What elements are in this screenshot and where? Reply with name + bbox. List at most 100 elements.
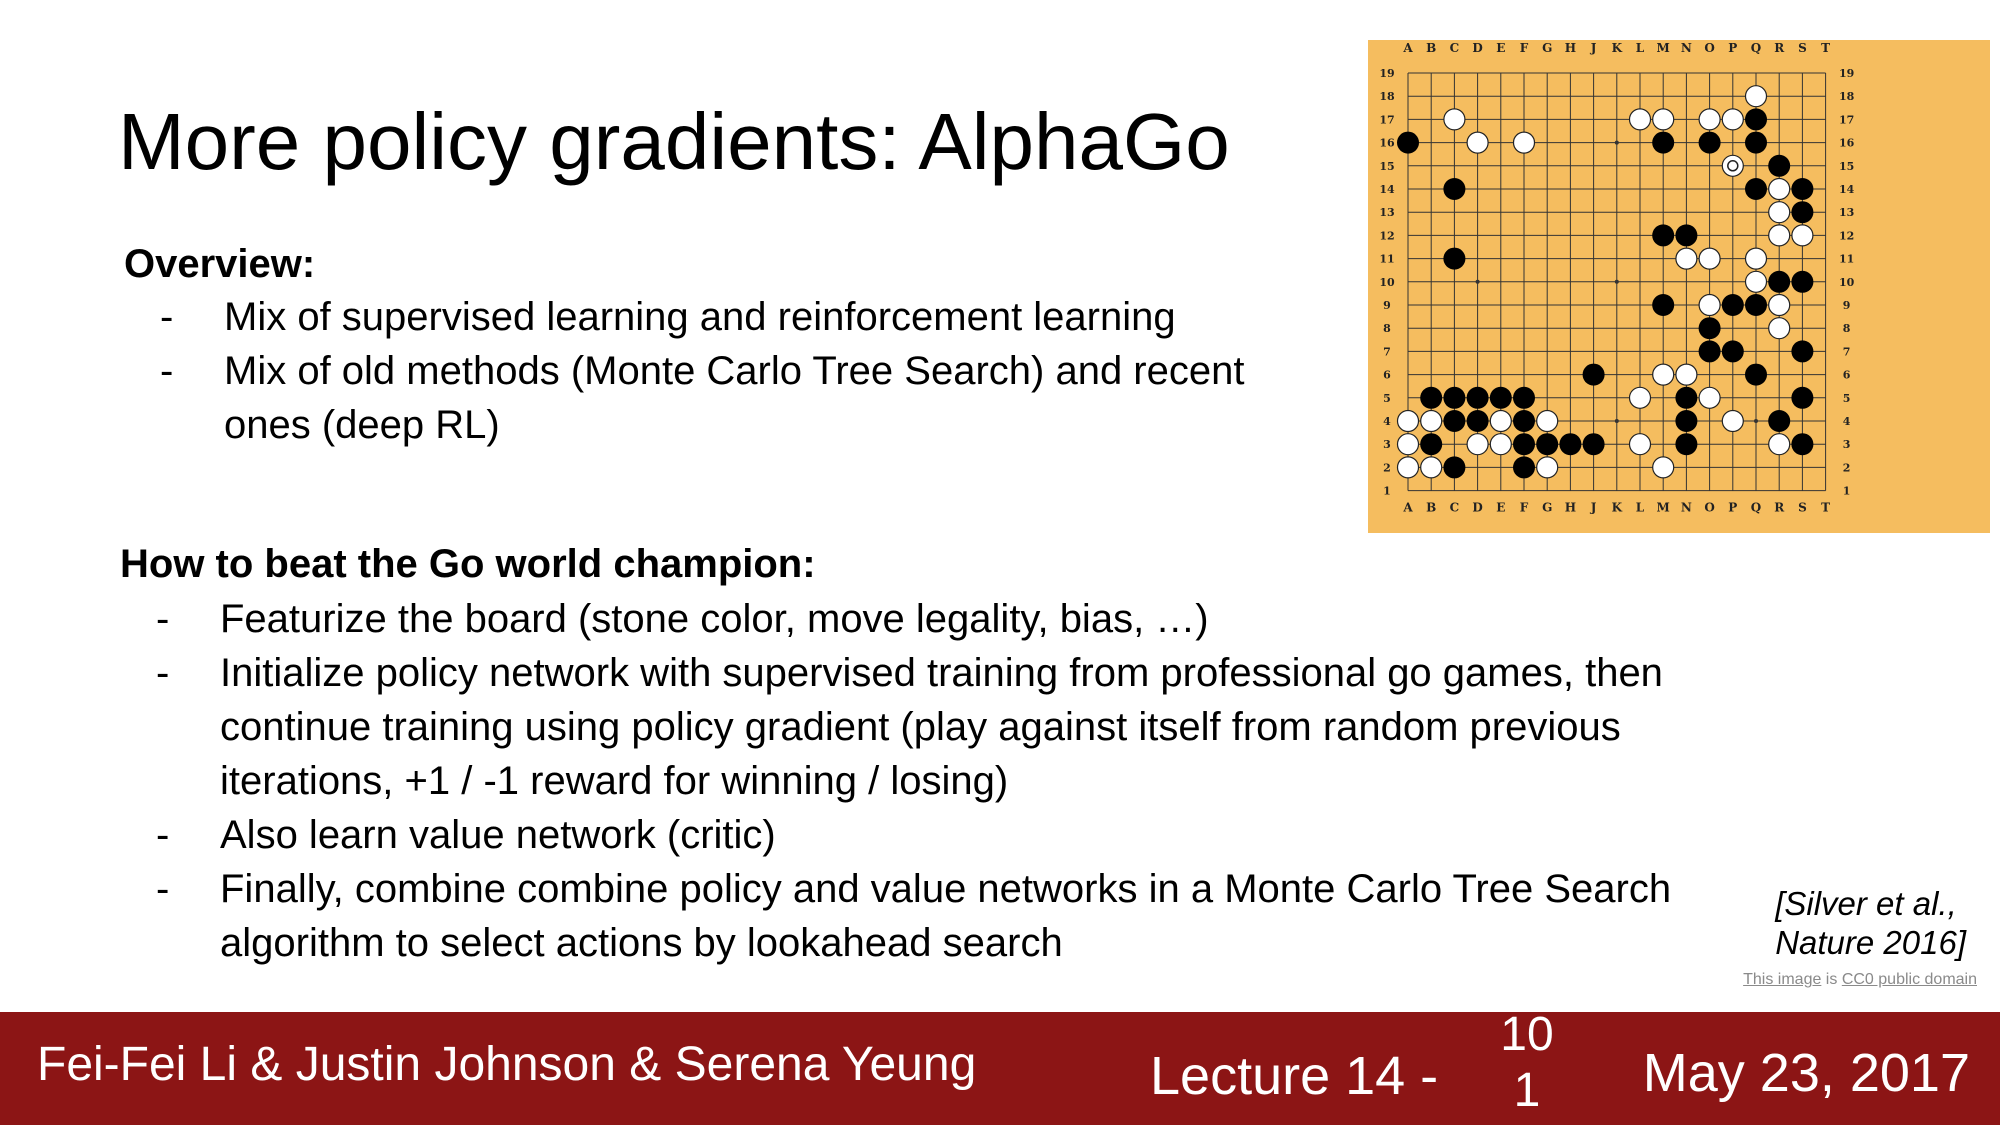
- white-stone: [1489, 409, 1512, 433]
- overview-heading: Overview:: [124, 242, 316, 286]
- image-link[interactable]: This image: [1743, 971, 1821, 988]
- white-stone: [1420, 456, 1443, 479]
- white-stone: [1396, 433, 1420, 456]
- black-stone: [1721, 294, 1744, 316]
- page-number: 101: [1500, 1008, 1554, 1117]
- license-link[interactable]: CC0 public domain: [1842, 971, 1977, 988]
- row-label: 19: [1839, 67, 1854, 80]
- white-stone: [1744, 270, 1768, 293]
- column-label: D: [1472, 41, 1482, 55]
- white-stone: [1628, 433, 1652, 456]
- black-stone: [1745, 131, 1767, 154]
- list-item: - Initialize policy network with supervis…: [120, 646, 1770, 808]
- white-stone: [1489, 433, 1512, 456]
- list-item-text: Mix of supervised learning and reinforce…: [224, 295, 1176, 339]
- column-label: G: [1542, 501, 1552, 515]
- row-label: 3: [1843, 438, 1851, 451]
- white-stone: [1768, 433, 1791, 456]
- black-stone: [1420, 386, 1443, 409]
- row-label: 7: [1383, 345, 1391, 358]
- white-stone: [1768, 201, 1791, 224]
- citation: [Silver et al., Nature 2016]: [1775, 884, 1966, 962]
- slide-title: More policy gradients: AlphaGo: [118, 97, 1230, 186]
- column-label: R: [1774, 501, 1785, 515]
- row-label: 4: [1843, 415, 1851, 428]
- column-label: M: [1657, 501, 1670, 515]
- white-stone: [1768, 293, 1791, 317]
- row-label: 19: [1379, 67, 1394, 80]
- row-label: 17: [1379, 113, 1394, 126]
- row-label: 17: [1839, 113, 1854, 126]
- column-label: K: [1612, 41, 1623, 55]
- column-label: J: [1590, 501, 1597, 515]
- column-label: N: [1681, 41, 1692, 55]
- black-stone: [1443, 456, 1466, 479]
- row-label: 12: [1839, 229, 1854, 242]
- row-label: 2: [1843, 461, 1851, 474]
- black-stone: [1768, 154, 1791, 177]
- black-stone: [1466, 410, 1489, 432]
- row-label: 16: [1379, 137, 1395, 150]
- row-label: 3: [1383, 438, 1391, 451]
- column-label: K: [1612, 501, 1623, 515]
- black-stone: [1513, 410, 1535, 432]
- beat-champion-heading: How to beat the Go world champion:: [120, 542, 816, 586]
- black-stone: [1675, 224, 1698, 247]
- column-label: A: [1402, 41, 1413, 55]
- column-label: D: [1472, 501, 1482, 515]
- row-label: 5: [1843, 392, 1851, 405]
- black-stone: [1513, 433, 1535, 456]
- list-item: - Mix of supervised learning and reinforc…: [124, 290, 1324, 344]
- white-stone: [1768, 317, 1791, 340]
- column-label: C: [1450, 41, 1460, 55]
- citation-line: Nature 2016]: [1775, 924, 1966, 961]
- row-label: 7: [1843, 345, 1851, 358]
- black-stone: [1791, 270, 1814, 293]
- white-stone: [1768, 177, 1791, 201]
- black-stone: [1791, 201, 1814, 224]
- column-label: B: [1426, 41, 1436, 55]
- white-stone: [1698, 247, 1721, 270]
- column-label: P: [1728, 41, 1737, 55]
- column-label: E: [1496, 501, 1505, 515]
- black-stone: [1489, 386, 1512, 409]
- black-stone: [1559, 433, 1582, 456]
- column-label: B: [1426, 501, 1436, 515]
- black-stone: [1513, 386, 1535, 409]
- black-stone: [1675, 410, 1698, 432]
- row-label: 5: [1383, 392, 1391, 405]
- row-label: 10: [1839, 276, 1855, 289]
- black-stone: [1582, 433, 1605, 456]
- white-stone: [1698, 293, 1721, 317]
- go-board-image: AABBCCDDEEFFGGHHJJKKLLMMNNOOPPQQRRSSTT19…: [1368, 40, 1990, 533]
- white-stone: [1675, 247, 1698, 270]
- black-stone: [1791, 433, 1814, 456]
- column-label: O: [1704, 501, 1714, 515]
- column-label: L: [1636, 41, 1645, 55]
- black-stone: [1443, 410, 1466, 432]
- column-label: S: [1798, 41, 1807, 55]
- white-stone: [1698, 108, 1721, 131]
- column-label: S: [1798, 501, 1807, 515]
- black-stone: [1698, 131, 1721, 154]
- black-stone: [1768, 270, 1791, 293]
- row-label: 9: [1383, 299, 1391, 312]
- black-stone: [1397, 131, 1419, 154]
- white-stone: [1744, 85, 1768, 108]
- column-label: C: [1450, 501, 1460, 515]
- row-label: 14: [1839, 183, 1855, 196]
- white-stone: [1396, 409, 1420, 433]
- list-item: - Featurize the board (stone color, move …: [120, 592, 1770, 646]
- black-stone: [1745, 178, 1767, 200]
- white-stone: [1466, 131, 1489, 154]
- column-label: T: [1821, 41, 1830, 55]
- list-item: - Also learn value network (critic): [120, 808, 1770, 862]
- footer-authors: Fei-Fei Li & Justin Johnson & Serena Yeu…: [37, 1038, 977, 1091]
- black-stone: [1745, 294, 1767, 316]
- row-label: 13: [1379, 206, 1394, 219]
- white-stone: [1466, 433, 1489, 456]
- image-credit: This image is CC0 public domain: [1743, 971, 1977, 989]
- star-point: [1614, 140, 1619, 145]
- white-stone: [1768, 224, 1791, 247]
- list-item-text: Initialize policy network with supervise…: [220, 651, 1663, 803]
